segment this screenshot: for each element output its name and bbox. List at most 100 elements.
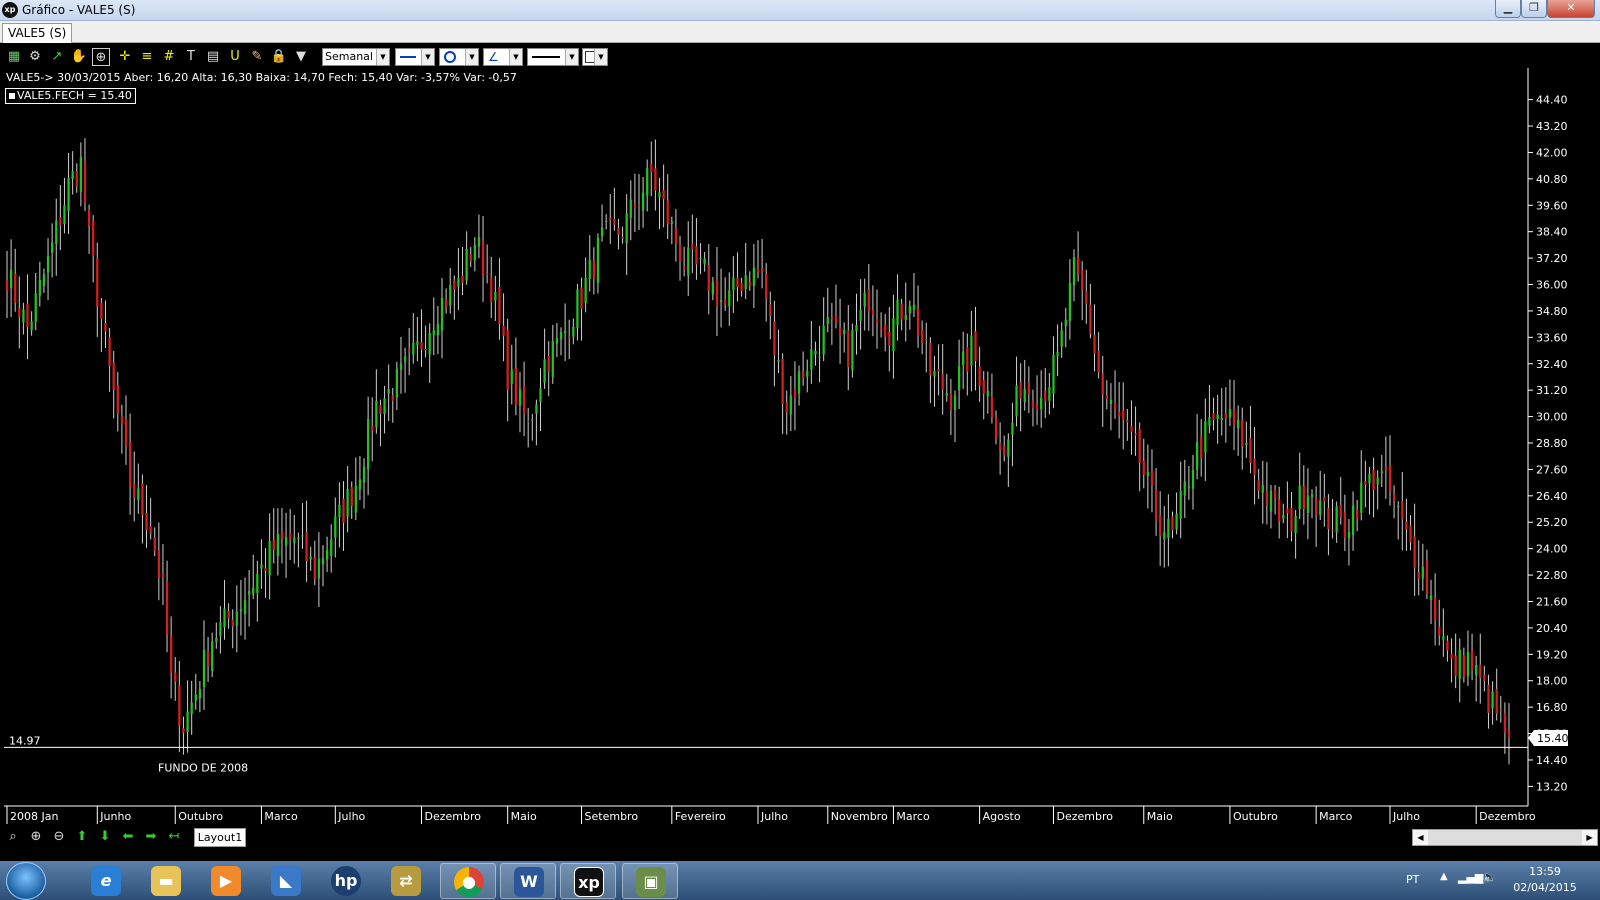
tab-layout1[interactable]: Layout1	[194, 828, 246, 847]
network-icon[interactable]: ▂▄▆	[1458, 871, 1483, 884]
scroll-left-icon[interactable]: ◀	[1413, 830, 1428, 845]
taskbar-media[interactable]: ▶	[198, 863, 254, 899]
candle-body	[30, 321, 33, 331]
candle-body	[945, 393, 948, 397]
candle-body	[1442, 636, 1445, 640]
candle-body	[313, 557, 316, 580]
taskbar-explorer[interactable]: ▬	[138, 863, 194, 899]
taskbar-chrome[interactable]: ●	[440, 863, 496, 899]
candle-body	[711, 281, 714, 295]
candle-body	[925, 338, 928, 340]
eraser-icon[interactable]: ✎	[248, 48, 266, 66]
candle-body	[707, 264, 710, 291]
xp-app-icon: xp	[2, 2, 18, 18]
candle-body	[1019, 382, 1022, 399]
candle-body	[289, 532, 292, 540]
zoom-icon[interactable]: ⌕	[4, 829, 22, 845]
folder-sync-icon: ⇄	[391, 866, 421, 896]
candle-body	[539, 388, 542, 403]
shape-select[interactable]: ▼	[439, 48, 479, 66]
filter-icon[interactable]: ▼	[292, 48, 310, 66]
fibonacci-icon[interactable]: ≡	[138, 48, 156, 66]
taskbar-app4[interactable]: ◣	[258, 863, 314, 899]
hand-icon[interactable]: ✋	[70, 48, 88, 66]
candle-body	[781, 358, 784, 404]
y-tick-label: 21.60	[1536, 595, 1568, 608]
crosshair-icon[interactable]: ✛	[116, 48, 134, 66]
candle-body	[916, 308, 920, 336]
zoom-cursor-icon[interactable]: ⊕	[92, 48, 110, 66]
candle-body	[584, 277, 587, 304]
candle-body	[309, 556, 312, 560]
candle-body	[838, 327, 842, 336]
gear-icon[interactable]: ⚙	[26, 48, 44, 66]
candle-body	[1278, 499, 1281, 522]
taskbar-ie[interactable]: e	[78, 863, 134, 899]
arrow-down-icon[interactable]: ⬇	[96, 829, 114, 845]
line-style-select[interactable]: ▼	[395, 48, 435, 66]
taskbar-app6[interactable]: ⇄	[378, 863, 434, 899]
candle-body	[51, 242, 54, 253]
close-button[interactable]: ✕	[1547, 0, 1595, 18]
candle-body	[63, 205, 66, 224]
candle-body	[687, 247, 690, 276]
candle-body	[391, 395, 394, 401]
candle-body	[67, 178, 70, 212]
candle-body	[1282, 514, 1285, 519]
fan-select[interactable]: ∠ ▼	[483, 48, 523, 66]
line-width-select[interactable]: ▼	[527, 48, 579, 66]
tab-vale5[interactable]: VALE5 (S)	[2, 23, 73, 43]
candle-body	[1175, 513, 1178, 530]
arrow-right-icon[interactable]: ➡	[142, 829, 160, 845]
volume-icon[interactable]: 🔈	[1482, 870, 1497, 884]
language-indicator[interactable]: PT	[1406, 873, 1419, 886]
text-icon[interactable]: T	[182, 48, 200, 66]
x-tick-label: Fevereiro	[675, 810, 726, 823]
chart-canvas[interactable]: 44.40 43.20 42.00 40.80 39.60 38.40 37.20 36.00…	[4, 68, 1600, 825]
minimize-button[interactable]: ▁	[1495, 0, 1521, 18]
candle-body	[966, 347, 969, 372]
trend-icon[interactable]: ↗	[48, 48, 66, 66]
candle-body	[256, 573, 259, 593]
candle-body	[736, 277, 739, 288]
candle-body	[1015, 385, 1018, 417]
y-tick-label: 38.40	[1536, 226, 1568, 239]
taskbar-hp[interactable]: hp	[318, 863, 374, 899]
candle-body	[613, 219, 616, 225]
candle-body	[1310, 494, 1314, 497]
candle-body	[522, 385, 526, 415]
price-chart[interactable]: 44.40 43.20 42.00 40.80 39.60 38.40 37.20 36.00…	[4, 68, 1600, 825]
period-select[interactable]: Semanal ▼	[322, 48, 390, 66]
horizontal-scrollbar[interactable]: ◀ ▶	[1412, 829, 1598, 846]
candle-body	[559, 332, 563, 340]
start-button[interactable]	[6, 862, 46, 900]
tray-expand-icon[interactable]: ▲	[1440, 871, 1448, 882]
zoom-in-icon[interactable]: ⊕	[27, 829, 45, 845]
arrow-up-icon[interactable]: ⬆	[73, 829, 91, 845]
maximize-button[interactable]: ❐	[1521, 0, 1547, 18]
taskbar-app10[interactable]: ▣	[622, 863, 678, 899]
magnet-icon[interactable]: U	[226, 48, 244, 66]
candle-body	[1368, 473, 1371, 484]
chart-icon[interactable]: ▦	[5, 48, 23, 66]
candle-body	[416, 341, 419, 345]
lock-icon[interactable]: 🔒	[270, 48, 288, 66]
scroll-right-icon[interactable]: ▶	[1582, 830, 1597, 845]
x-tick-label: Marco	[1319, 810, 1353, 823]
clock[interactable]: 13:59 02/04/2015	[1500, 864, 1590, 896]
candle-body	[609, 217, 612, 221]
candle-body	[756, 268, 760, 273]
zoom-out-icon[interactable]: ⊖	[50, 829, 68, 845]
candle-body	[1130, 426, 1133, 432]
grid-icon[interactable]: #	[160, 48, 178, 66]
candle-body	[629, 199, 632, 218]
taskbar-xp[interactable]: xp	[560, 863, 616, 899]
candle-body	[1089, 304, 1092, 334]
color-select[interactable]: ▼	[582, 48, 608, 66]
candle-body	[900, 303, 903, 320]
candle-body	[641, 192, 645, 211]
taskbar-word[interactable]: W	[500, 863, 556, 899]
arrow-back-icon[interactable]: ↤	[165, 829, 183, 845]
calculator-icon[interactable]: ▤	[204, 48, 222, 66]
arrow-left-icon[interactable]: ⬅	[119, 829, 137, 845]
